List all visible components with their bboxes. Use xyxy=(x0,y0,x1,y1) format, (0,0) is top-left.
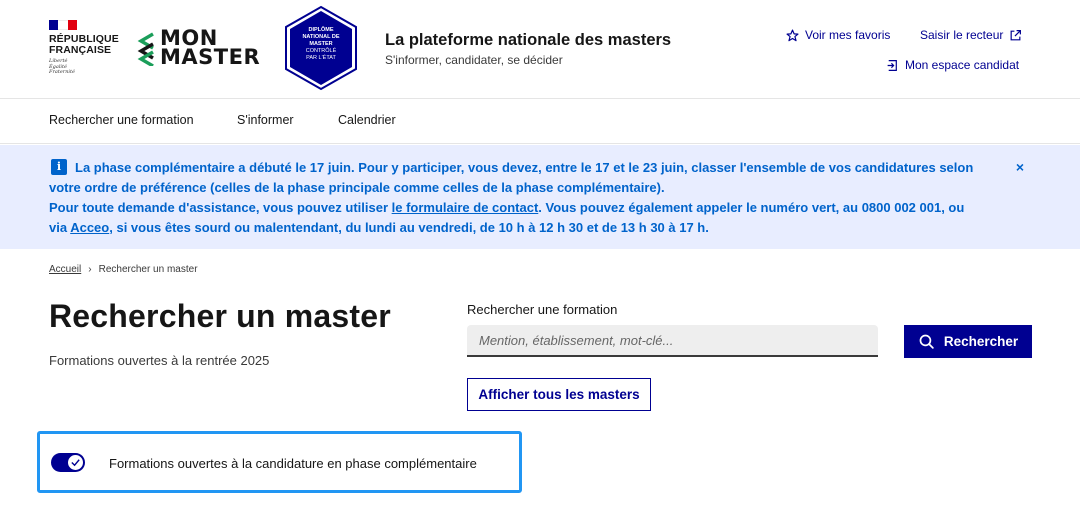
star-icon xyxy=(786,28,799,41)
nav-item-sinformer[interactable]: S'informer xyxy=(237,113,294,127)
favorites-label: Voir mes favoris xyxy=(805,28,891,42)
acceo-link[interactable]: Acceo xyxy=(70,220,109,235)
candidate-space-label: Mon espace candidat xyxy=(905,58,1020,72)
complementary-phase-toggle[interactable] xyxy=(51,453,85,472)
search-input[interactable] xyxy=(467,325,878,357)
contact-form-link[interactable]: le formulaire de contact xyxy=(392,200,539,215)
info-notice: i La phase complémentaire a débuté le 17… xyxy=(0,145,1080,249)
close-icon[interactable]: × xyxy=(1012,159,1028,175)
logo-line-master: MASTER xyxy=(160,45,261,69)
site-subtitle: S'informer, candidater, se décider xyxy=(385,53,563,67)
external-link-icon xyxy=(1010,29,1022,40)
page-subtitle: Formations ouvertes à la rentrée 2025 xyxy=(49,353,270,368)
search-label: Rechercher une formation xyxy=(467,302,618,317)
breadcrumb-current: Rechercher un master xyxy=(98,264,198,275)
diplome-national-badge: DIPLÔME NATIONAL DE MASTER CONTRÔLÉ PAR … xyxy=(283,5,359,91)
header: RÉPUBLIQUE FRANÇAISE Liberté Égalité Fra… xyxy=(0,0,1080,98)
search-icon xyxy=(919,334,934,349)
complementary-phase-toggle-box: Formations ouvertes à la candidature en … xyxy=(37,431,522,493)
all-masters-button[interactable]: Afficher tous les masters xyxy=(467,378,651,411)
motto: Liberté Égalité Fraternité xyxy=(49,58,75,75)
rector-link[interactable]: Saisir le recteur xyxy=(920,28,1022,42)
chevron-logo-icon xyxy=(137,32,154,66)
chevron-right-icon: › xyxy=(88,264,92,275)
candidate-space-link[interactable]: Mon espace candidat xyxy=(886,58,1019,72)
mon-master-logo[interactable]: MON MASTER xyxy=(137,28,261,69)
republique-francaise-logo[interactable]: RÉPUBLIQUE FRANÇAISE Liberté Égalité Fra… xyxy=(49,20,119,76)
login-icon xyxy=(887,59,897,71)
flag-icon xyxy=(49,20,77,30)
breadcrumb: Accueil › Rechercher un master xyxy=(49,264,198,275)
page-title: Rechercher un master xyxy=(49,298,391,334)
search-button[interactable]: Rechercher xyxy=(904,325,1032,358)
check-icon xyxy=(71,459,80,467)
toggle-label[interactable]: Formations ouvertes à la candidature en … xyxy=(109,456,477,471)
favorites-link[interactable]: Voir mes favoris xyxy=(786,28,890,42)
republic-line: FRANÇAISE xyxy=(49,44,112,56)
notice-text: La phase complémentaire a débuté le 17 j… xyxy=(49,160,974,235)
search-button-label: Rechercher xyxy=(943,334,1019,349)
rector-label: Saisir le recteur xyxy=(920,28,1004,42)
main-nav: Rechercher une formation S'informer Cale… xyxy=(0,98,1080,144)
nav-item-rechercher[interactable]: Rechercher une formation xyxy=(49,113,194,127)
breadcrumb-home[interactable]: Accueil xyxy=(49,264,81,275)
site-title: La plateforme nationale des masters xyxy=(385,31,672,49)
nav-item-calendrier[interactable]: Calendrier xyxy=(338,113,396,127)
